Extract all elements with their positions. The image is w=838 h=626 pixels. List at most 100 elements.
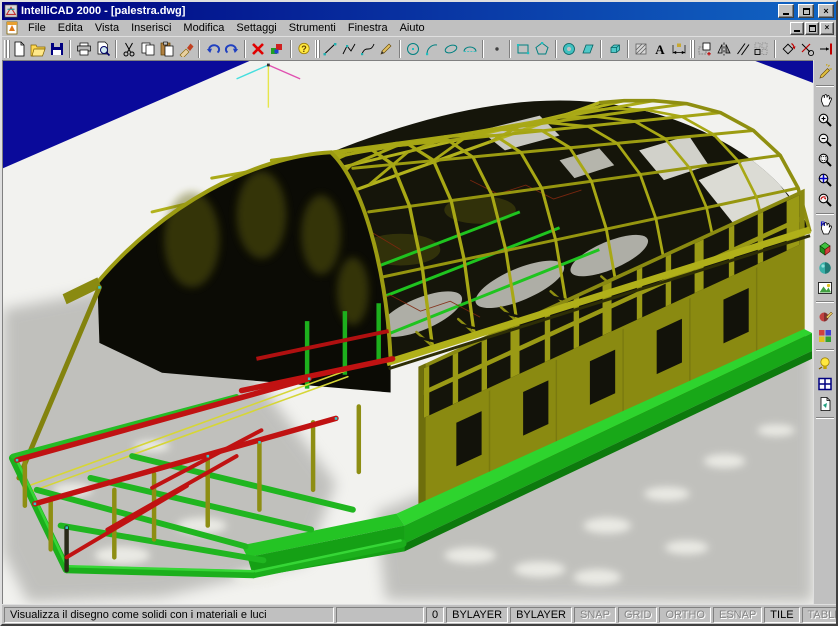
document-icon[interactable] bbox=[4, 21, 20, 35]
tile-toggle[interactable]: TILE bbox=[764, 607, 799, 623]
dimension-button[interactable] bbox=[670, 39, 689, 59]
hide-button[interactable] bbox=[815, 238, 836, 258]
delete-button[interactable] bbox=[249, 39, 268, 59]
drawing-viewport[interactable] bbox=[2, 60, 813, 604]
grid-toggle[interactable]: GRID bbox=[618, 607, 658, 623]
extend-button[interactable] bbox=[816, 39, 835, 59]
app-window: IntelliCAD 2000 - [palestra.dwg] × File … bbox=[0, 0, 838, 626]
redraw-button[interactable] bbox=[815, 62, 836, 82]
mdi-close-button[interactable]: × bbox=[820, 22, 834, 35]
hatch-button[interactable] bbox=[632, 39, 651, 59]
array-icon bbox=[753, 41, 769, 57]
zoom-extents-button[interactable] bbox=[815, 170, 836, 190]
realtime-pan-button[interactable] bbox=[815, 218, 836, 238]
copy-entity-button[interactable] bbox=[695, 39, 714, 59]
circle-button[interactable] bbox=[404, 39, 423, 59]
zoom-in-button[interactable] bbox=[815, 110, 836, 130]
print-button[interactable] bbox=[74, 39, 93, 59]
menu-aiuto[interactable]: Aiuto bbox=[394, 21, 431, 35]
toolbar-grip[interactable] bbox=[690, 40, 693, 58]
zoom-out-button[interactable] bbox=[815, 130, 836, 150]
trim-icon bbox=[799, 41, 815, 57]
open-icon bbox=[30, 41, 46, 57]
menu-modifica[interactable]: Modifica bbox=[177, 21, 230, 35]
open-button[interactable] bbox=[29, 39, 48, 59]
help-button[interactable] bbox=[295, 39, 314, 59]
toolbar-grip[interactable] bbox=[4, 40, 7, 58]
lights-button[interactable] bbox=[815, 354, 836, 374]
menu-vista[interactable]: Vista bbox=[89, 21, 125, 35]
print-preview-button[interactable] bbox=[93, 39, 112, 59]
copy-button[interactable] bbox=[139, 39, 158, 59]
color-field[interactable]: BYLAYER bbox=[446, 607, 508, 623]
zoom-previous-button[interactable] bbox=[815, 190, 836, 210]
viewports-button[interactable] bbox=[815, 374, 836, 394]
zoom-window-button[interactable] bbox=[815, 150, 836, 170]
trim-button[interactable] bbox=[798, 39, 817, 59]
toolbar-grip[interactable] bbox=[315, 40, 318, 58]
explode-button[interactable] bbox=[268, 39, 287, 59]
array-button[interactable] bbox=[752, 39, 771, 59]
line-button[interactable] bbox=[320, 39, 339, 59]
menu-strumenti[interactable]: Strumenti bbox=[283, 21, 342, 35]
linetype-field[interactable]: BYLAYER bbox=[510, 607, 572, 623]
polygon-button[interactable] bbox=[533, 39, 552, 59]
layer-field[interactable]: 0 bbox=[426, 607, 444, 623]
restore-button[interactable] bbox=[798, 4, 814, 18]
undo-button[interactable] bbox=[203, 39, 222, 59]
top-toolbar bbox=[2, 36, 836, 60]
menu-edita[interactable]: Edita bbox=[52, 21, 89, 35]
point-button[interactable] bbox=[487, 39, 506, 59]
snap-toggle[interactable]: SNAP bbox=[574, 607, 616, 623]
menu-inserisci[interactable]: Inserisci bbox=[125, 21, 177, 35]
tablet-toggle[interactable]: TABLET bbox=[802, 607, 836, 623]
rectangle-button[interactable] bbox=[514, 39, 533, 59]
offset-button[interactable] bbox=[733, 39, 752, 59]
match-properties-button[interactable] bbox=[177, 39, 196, 59]
mdi-restore-button[interactable] bbox=[805, 22, 819, 35]
materials-button[interactable] bbox=[815, 306, 836, 326]
close-button[interactable]: × bbox=[818, 4, 834, 18]
menu-bar: File Edita Vista Inserisci Modifica Sett… bbox=[2, 20, 836, 36]
menu-finestra[interactable]: Finestra bbox=[342, 21, 394, 35]
new-button[interactable] bbox=[10, 39, 29, 59]
paste-button[interactable] bbox=[158, 39, 177, 59]
spline-icon bbox=[360, 41, 376, 57]
print-preview-icon bbox=[95, 41, 111, 57]
circle-icon bbox=[405, 41, 421, 57]
freehand-button[interactable] bbox=[377, 39, 396, 59]
shade-button[interactable] bbox=[815, 258, 836, 278]
render-button[interactable] bbox=[815, 278, 836, 298]
save-button[interactable] bbox=[48, 39, 67, 59]
esnap-toggle[interactable]: ESNAP bbox=[713, 607, 762, 623]
mdi-minimize-button[interactable] bbox=[790, 22, 804, 35]
mapping-button[interactable] bbox=[815, 326, 836, 346]
polyline-button[interactable] bbox=[339, 39, 358, 59]
menu-file[interactable]: File bbox=[22, 21, 52, 35]
rotate-button[interactable] bbox=[779, 39, 798, 59]
delete-x-icon bbox=[250, 41, 266, 57]
main-area bbox=[2, 60, 836, 604]
ellipse-button[interactable] bbox=[441, 39, 460, 59]
undo-icon bbox=[205, 41, 221, 57]
named-views-button[interactable] bbox=[815, 394, 836, 414]
copy-icon bbox=[140, 41, 156, 57]
window-title: IntelliCAD 2000 - [palestra.dwg] bbox=[21, 5, 774, 17]
donut-button[interactable] bbox=[560, 39, 579, 59]
region-button[interactable] bbox=[605, 39, 624, 59]
cut-button[interactable] bbox=[120, 39, 139, 59]
plane-button[interactable] bbox=[578, 39, 597, 59]
text-button[interactable] bbox=[651, 39, 670, 59]
pan-button[interactable] bbox=[815, 90, 836, 110]
arc-button[interactable] bbox=[423, 39, 442, 59]
app-icon[interactable] bbox=[4, 4, 18, 18]
minimize-button[interactable] bbox=[778, 4, 794, 18]
mirror-button[interactable] bbox=[714, 39, 733, 59]
menu-settaggi[interactable]: Settaggi bbox=[230, 21, 282, 35]
elliptical-arc-button[interactable] bbox=[460, 39, 479, 59]
spline-button[interactable] bbox=[358, 39, 377, 59]
render-icon bbox=[817, 280, 833, 296]
redo-button[interactable] bbox=[222, 39, 241, 59]
ortho-toggle[interactable]: ORTHO bbox=[659, 607, 711, 623]
mirror-icon bbox=[716, 41, 732, 57]
